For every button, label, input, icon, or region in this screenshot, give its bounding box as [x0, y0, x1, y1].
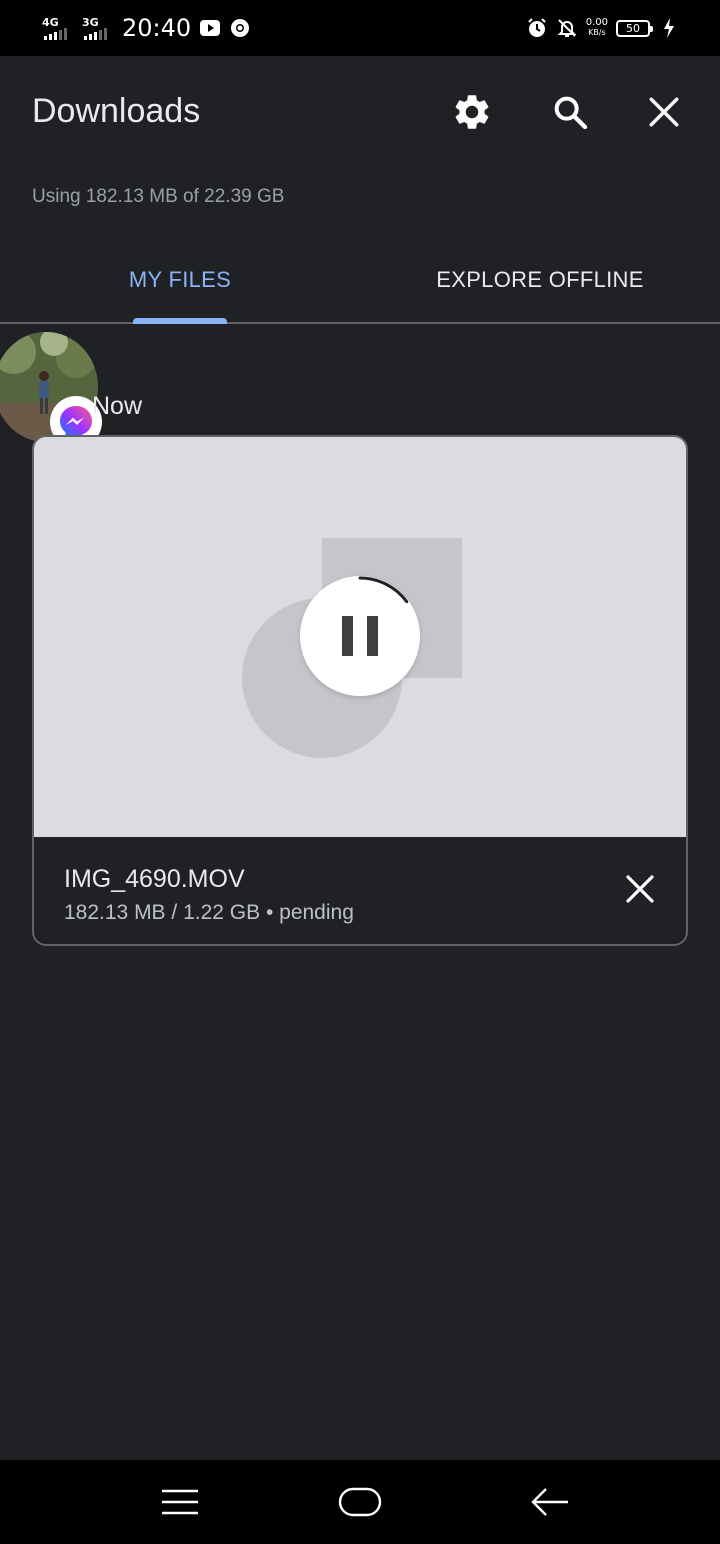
pause-download-button[interactable]: [300, 576, 420, 696]
signal-icon: 4G: [40, 14, 72, 42]
speed-unit: KB/s: [588, 28, 606, 37]
back-icon: [531, 1488, 568, 1516]
storage-usage-text: Using 182.13 MB of 22.39 GB: [32, 186, 285, 207]
battery-indicator: 50: [616, 19, 653, 37]
back-button[interactable]: [520, 1478, 580, 1526]
file-progress-status: 182.13 MB / 1.22 GB • pending: [64, 901, 354, 924]
page-title: Downloads: [32, 92, 201, 130]
close-icon: [649, 97, 679, 127]
section-header-now: Now: [92, 392, 143, 420]
status-bar: 4G 3G 20:40 0.00 KB/s 50: [0, 0, 720, 56]
menu-button[interactable]: [150, 1478, 210, 1526]
tab-my-files-label: MY FILES: [128, 267, 232, 292]
speed-value: 0.00: [585, 17, 608, 28]
pause-icon: [342, 616, 378, 656]
status-right: 0.00 KB/s 50: [526, 12, 680, 44]
cancel-download-button[interactable]: [614, 863, 666, 915]
chrome-icon: [229, 17, 251, 39]
signal-icon: 3G: [80, 14, 112, 42]
video-thumbnail-placeholder: [34, 437, 686, 837]
file-name: IMG_4690.MOV: [64, 865, 245, 893]
youtube-icon: [199, 17, 221, 39]
active-tab-indicator: [133, 318, 227, 324]
close-button[interactable]: [638, 86, 690, 138]
tab-explore-offline[interactable]: EXPLORE OFFLINE: [360, 238, 720, 322]
settings-button[interactable]: [446, 86, 498, 138]
home-icon: [338, 1487, 382, 1517]
home-button[interactable]: [330, 1478, 390, 1526]
menu-icon: [162, 1489, 198, 1515]
status-left: 4G 3G 20:40: [40, 12, 251, 44]
tab-bar: MY FILES EXPLORE OFFLINE: [0, 238, 720, 324]
download-card[interactable]: IMG_4690.MOV 182.13 MB / 1.22 GB • pendi…: [32, 435, 688, 946]
app-bar: Downloads: [0, 56, 720, 168]
clock: 20:40: [122, 14, 192, 42]
network-speed: 0.00 KB/s: [586, 18, 608, 38]
system-nav-bar: [0, 1460, 720, 1544]
close-icon: [626, 875, 654, 903]
tab-explore-offline-label: EXPLORE OFFLINE: [436, 267, 644, 292]
battery-level: 50: [626, 21, 640, 35]
search-icon: [554, 96, 588, 130]
alarm-icon: [526, 17, 548, 39]
settings-icon: [455, 95, 489, 129]
tab-my-files[interactable]: MY FILES: [0, 238, 360, 322]
charging-icon: [658, 17, 680, 39]
search-button[interactable]: [544, 86, 596, 138]
notifications-off-icon: [556, 17, 578, 39]
